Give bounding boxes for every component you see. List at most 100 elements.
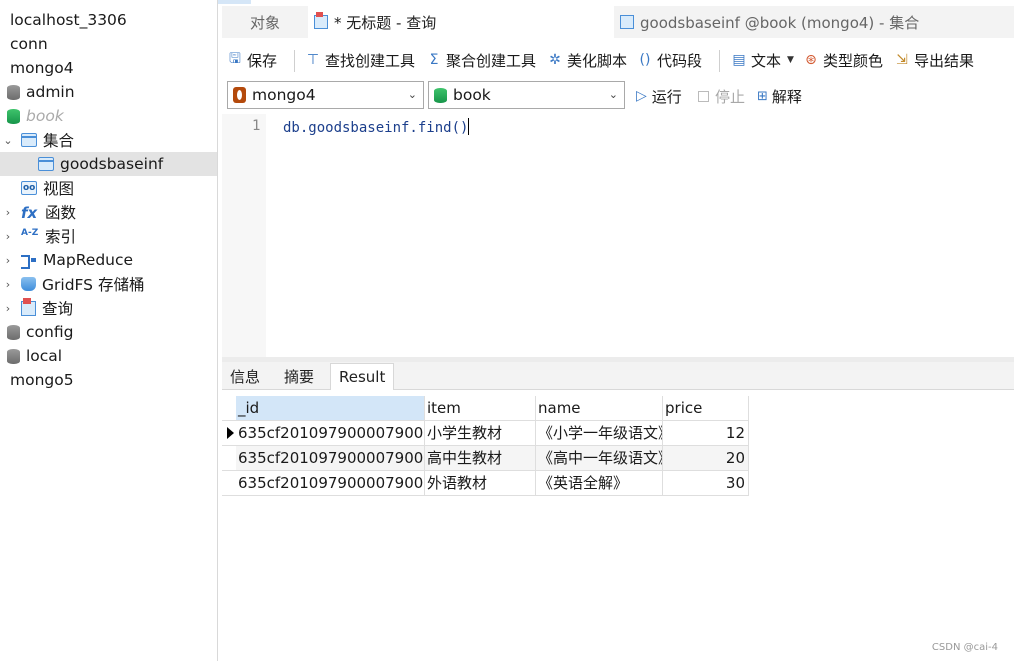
connection-select-value: mongo4 bbox=[252, 86, 316, 104]
column-header-name[interactable]: name bbox=[536, 396, 663, 421]
query-toolbar: 🖫 保存 ⊤ 查找创建工具 Σ 聚合创建工具 ✲ 美化脚本 () 代码段 ▤ 文… bbox=[222, 44, 1014, 76]
explain-button[interactable]: ⊞ 解释 bbox=[757, 84, 802, 108]
tree-item-label: localhost_3306 bbox=[10, 11, 127, 29]
result-tab-strip: 信息 摘要 Result bbox=[222, 362, 1014, 390]
tree-item-label: config bbox=[26, 323, 74, 341]
save-button[interactable]: 🖫 保存 bbox=[226, 48, 277, 72]
tab-label: 对象 bbox=[249, 13, 280, 32]
tree-item-gridfs[interactable]: › GridFS 存储桶 bbox=[0, 272, 217, 296]
chevron-right-icon[interactable]: › bbox=[3, 206, 13, 219]
query-icon bbox=[314, 12, 328, 29]
column-header-item[interactable]: item bbox=[425, 396, 536, 421]
watermark: CSDN @cai-4 bbox=[931, 642, 998, 653]
text-view-button[interactable]: ▤ 文本 ▼ bbox=[730, 48, 794, 72]
gridfs-icon bbox=[21, 277, 36, 291]
table-row[interactable]: 635cf2010979000079006 高中生教材 《高中一年级语文》 20 bbox=[222, 446, 749, 471]
connection-tree: localhost_3306 conn mongo4 admin book ⌄ … bbox=[0, 0, 218, 661]
row-indicator[interactable] bbox=[222, 421, 236, 446]
database-icon bbox=[7, 324, 20, 340]
tree-item-book[interactable]: book bbox=[0, 104, 217, 128]
stop-label: 停止 bbox=[715, 87, 746, 106]
cell-item[interactable]: 小学生教材 bbox=[425, 421, 536, 446]
color-circles-icon: ⊛ bbox=[805, 52, 817, 68]
chevron-right-icon[interactable]: › bbox=[3, 230, 13, 243]
cell-id[interactable]: 635cf2010979000079006 bbox=[236, 446, 425, 471]
tree-item-mongo5[interactable]: mongo5 bbox=[0, 368, 217, 392]
collection-icon bbox=[38, 157, 54, 171]
tree-item-queries[interactable]: › 查询 bbox=[0, 296, 217, 320]
run-button[interactable]: ▷ 运行 bbox=[636, 84, 682, 108]
database-select[interactable]: book ⌄ bbox=[428, 81, 625, 109]
grid-header-row: _id item name price bbox=[222, 396, 749, 421]
beautify-button[interactable]: ✲ 美化脚本 bbox=[546, 48, 627, 72]
database-select-value: book bbox=[453, 86, 491, 104]
navicat-window: localhost_3306 conn mongo4 admin book ⌄ … bbox=[0, 0, 1014, 661]
tree-item-label: goodsbaseinf bbox=[60, 155, 164, 173]
stop-icon bbox=[698, 90, 709, 102]
column-header-price[interactable]: price bbox=[663, 396, 749, 421]
find-builder-button[interactable]: ⊤ 查找创建工具 bbox=[304, 48, 415, 72]
tree-item-localhost-3306[interactable]: localhost_3306 bbox=[0, 8, 217, 32]
type-color-button[interactable]: ⊛ 类型颜色 bbox=[802, 48, 883, 72]
tab-query[interactable]: * 无标题 - 查询 bbox=[308, 6, 614, 38]
toolbar-divider bbox=[719, 50, 720, 72]
cell-id[interactable]: 635cf2010979000079006 bbox=[236, 471, 425, 496]
chevron-down-icon: ▼ bbox=[787, 55, 794, 65]
line-number: 1 bbox=[252, 118, 261, 134]
cell-item[interactable]: 高中生教材 bbox=[425, 446, 536, 471]
tab-collection[interactable]: goodsbaseinf @book (mongo4) - 集合 bbox=[616, 6, 922, 38]
chevron-down-icon[interactable]: ⌄ bbox=[3, 134, 13, 147]
tree-item-indexes[interactable]: › A-Z 索引 bbox=[0, 224, 217, 248]
table-row[interactable]: 635cf2010979000079006 外语教材 《英语全解》 30 bbox=[222, 471, 749, 496]
table-row[interactable]: 635cf2010979000079006 小学生教材 《小学一年级语文》 12 bbox=[222, 421, 749, 446]
collection-icon bbox=[620, 15, 634, 29]
tree-item-config[interactable]: config bbox=[0, 320, 217, 344]
tab-info[interactable]: 信息 bbox=[222, 363, 268, 390]
database-icon bbox=[434, 87, 447, 103]
connection-select[interactable]: mongo4 ⌄ bbox=[227, 81, 424, 109]
chevron-right-icon[interactable]: › bbox=[3, 278, 13, 291]
aggregate-icon: Σ bbox=[429, 52, 439, 68]
tab-summary[interactable]: 摘要 bbox=[276, 363, 322, 390]
tree-item-admin[interactable]: admin bbox=[0, 80, 217, 104]
find-builder-label: 查找创建工具 bbox=[325, 51, 416, 70]
cell-name[interactable]: 《高中一年级语文》 bbox=[536, 446, 663, 471]
cell-item[interactable]: 外语教材 bbox=[425, 471, 536, 496]
stop-button[interactable]: 停止 bbox=[698, 84, 745, 108]
chevron-down-icon: ⌄ bbox=[407, 88, 417, 101]
cell-name[interactable]: 《小学一年级语文》 bbox=[536, 421, 663, 446]
tree-item-label: conn bbox=[10, 35, 48, 53]
snippet-button[interactable]: () 代码段 bbox=[636, 48, 702, 72]
tree-item-label: 函数 bbox=[45, 204, 77, 222]
cell-price[interactable]: 12 bbox=[663, 421, 749, 446]
chevron-right-icon[interactable]: › bbox=[3, 254, 13, 267]
row-indicator[interactable] bbox=[222, 471, 236, 496]
tree-item-label: 查询 bbox=[42, 300, 74, 318]
tab-label: goodsbaseinf @book (mongo4) - 集合 bbox=[640, 13, 920, 32]
aggregate-builder-button[interactable]: Σ 聚合创建工具 bbox=[425, 48, 536, 72]
tab-objects[interactable]: 对象 bbox=[222, 6, 308, 38]
tree-item-mongo4[interactable]: mongo4 bbox=[0, 56, 217, 80]
tree-item-label: MapReduce bbox=[43, 251, 134, 269]
tab-result[interactable]: Result bbox=[330, 363, 395, 390]
braces-icon: () bbox=[639, 52, 651, 68]
cell-name[interactable]: 《英语全解》 bbox=[536, 471, 663, 496]
tree-item-label: book bbox=[26, 107, 64, 125]
tree-item-mapreduce[interactable]: › MapReduce bbox=[0, 248, 217, 272]
query-editor[interactable]: 1 db.goodsbaseinf.find() bbox=[222, 114, 1014, 357]
tree-item-views[interactable]: 视图 bbox=[0, 176, 217, 200]
tree-item-label: 索引 bbox=[45, 228, 77, 246]
cell-price[interactable]: 20 bbox=[663, 446, 749, 471]
tree-item-collections[interactable]: ⌄ 集合 bbox=[0, 128, 217, 152]
tree-item-local[interactable]: local bbox=[0, 344, 217, 368]
row-indicator[interactable] bbox=[222, 446, 236, 471]
tree-item-functions[interactable]: › fx 函数 bbox=[0, 200, 217, 224]
chevron-right-icon[interactable]: › bbox=[3, 302, 13, 315]
cell-price[interactable]: 30 bbox=[663, 471, 749, 496]
column-header-id[interactable]: _id bbox=[236, 396, 425, 421]
cell-id[interactable]: 635cf2010979000079006 bbox=[236, 421, 425, 446]
tree-item-goodsbaseinf[interactable]: goodsbaseinf bbox=[0, 152, 217, 176]
tree-item-conn[interactable]: conn bbox=[0, 32, 217, 56]
code-line[interactable]: db.goodsbaseinf.find() bbox=[283, 118, 470, 136]
export-result-button[interactable]: ⇲ 导出结果 bbox=[893, 48, 974, 72]
